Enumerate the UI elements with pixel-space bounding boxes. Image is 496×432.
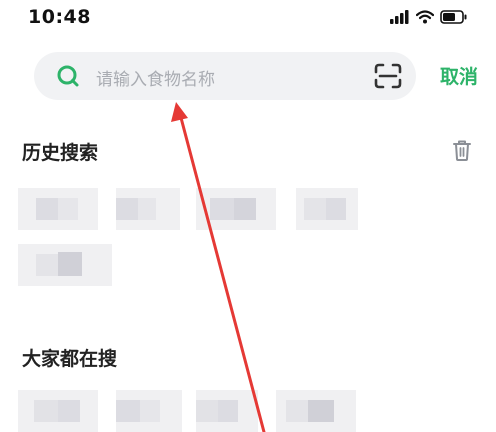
trash-icon[interactable]: [451, 138, 473, 162]
popular-chip[interactable]: [276, 390, 356, 432]
history-title: 历史搜索: [22, 142, 99, 164]
blurred-text: [58, 198, 78, 220]
history-chip[interactable]: [196, 188, 276, 230]
signal-icon: [390, 10, 409, 24]
popular-chip[interactable]: [196, 390, 258, 432]
blurred-text: [234, 198, 256, 220]
blurred-text: [210, 198, 234, 220]
blurred-text: [58, 252, 82, 276]
history-chip[interactable]: [18, 244, 112, 286]
search-input[interactable]: 请输入食物名称: [96, 65, 215, 90]
blurred-text: [140, 400, 160, 422]
blurred-text: [58, 400, 80, 422]
cancel-button[interactable]: 取消: [440, 62, 478, 89]
popular-title: 大家都在搜: [22, 348, 118, 370]
blurred-text: [36, 254, 58, 276]
search-bar[interactable]: 请输入食物名称: [34, 52, 416, 100]
wifi-icon: [416, 10, 434, 24]
history-chip[interactable]: [116, 188, 180, 230]
search-icon: [57, 65, 79, 87]
blurred-text: [36, 198, 58, 220]
blurred-text: [138, 198, 156, 220]
popular-chip[interactable]: [18, 390, 98, 432]
blurred-text: [308, 400, 334, 422]
popular-chip[interactable]: [116, 390, 182, 432]
history-chip[interactable]: [18, 188, 98, 230]
blurred-text: [326, 198, 346, 220]
blurred-text: [286, 400, 308, 422]
status-bar: 10:48: [0, 0, 496, 40]
blurred-text: [218, 400, 238, 422]
blurred-text: [116, 198, 138, 220]
blurred-text: [304, 198, 326, 220]
blurred-text: [34, 400, 58, 422]
status-icons: [390, 10, 468, 24]
blurred-text: [196, 400, 218, 422]
history-chip[interactable]: [296, 188, 358, 230]
battery-icon: [440, 10, 467, 24]
blurred-text: [116, 400, 140, 422]
scan-icon[interactable]: [374, 63, 402, 89]
status-time: 10:48: [28, 6, 91, 28]
